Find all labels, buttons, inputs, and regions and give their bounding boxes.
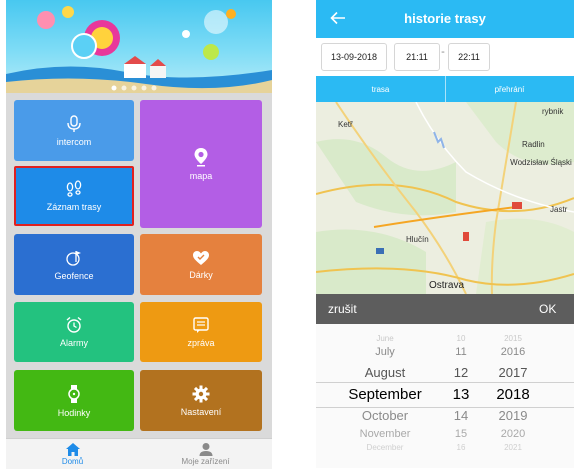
bottom-tab-bar: Domů Moje zařízení [6, 438, 272, 469]
picker-month-selected[interactable]: September [340, 386, 430, 403]
alarms-label: Alarmy [59, 338, 88, 348]
route-record-tile[interactable]: Záznam trasy [14, 168, 134, 224]
map-tile[interactable]: mapa [140, 100, 262, 228]
map-label: mapa [189, 171, 213, 181]
picker-year[interactable]: 2017 [488, 365, 538, 380]
end-time-field[interactable]: 22:11 [448, 43, 490, 71]
message-tile[interactable]: zpráva [140, 302, 262, 362]
gear-icon [192, 385, 210, 402]
map-label-ostrava: Ostrava [429, 280, 465, 291]
watch-icon [68, 384, 80, 403]
banner-illustration [6, 6, 272, 93]
map-pin-icon [194, 148, 208, 167]
picker-day[interactable]: 15 [441, 428, 481, 440]
picker-year[interactable]: 2015 [488, 334, 538, 343]
back-arrow-icon[interactable] [330, 11, 346, 25]
date-time-filter: 13-09-2018 21:11 - 22:11 [316, 38, 574, 76]
tab-home[interactable]: Domů [6, 439, 139, 469]
geofence-icon [66, 250, 81, 266]
picker-toolbar: zrušit OK [316, 294, 574, 324]
message-icon [193, 317, 209, 333]
tab-my-device-label: Moje zařízení [181, 457, 230, 466]
map-label-ketr: Ketř [338, 120, 353, 129]
gifts-tile[interactable]: Dárky [140, 234, 262, 295]
tab-route[interactable]: trasa [316, 76, 445, 102]
gift-heart-icon [193, 250, 209, 265]
watch-tile[interactable]: Hodinky [14, 370, 134, 431]
map-background [316, 102, 574, 294]
microphone-icon [67, 114, 81, 132]
alarm-clock-icon [66, 316, 82, 333]
picker-month[interactable]: December [340, 443, 430, 452]
watch-label: Hodinky [57, 407, 91, 418]
cancel-button[interactable]: zrušit [328, 302, 357, 316]
tab-playback[interactable]: přehrání [445, 76, 574, 102]
home-icon [65, 443, 80, 456]
app-banner [6, 0, 272, 93]
route-record-label: Záznam trasy [46, 202, 102, 212]
footprints-icon [66, 180, 82, 197]
person-icon [199, 443, 212, 456]
picker-month[interactable]: June [340, 334, 430, 343]
alarms-tile[interactable]: Alarmy [14, 302, 134, 362]
picker-day[interactable]: 10 [441, 334, 481, 343]
picker-month[interactable]: October [340, 408, 430, 423]
map-label-rybnik: rybnik [542, 107, 564, 116]
route-map[interactable]: rybnik Ketř Radlin Wodzisław Śląski Jast… [316, 102, 574, 294]
map-label-hlucin: Hlučín [406, 235, 429, 244]
picker-day-selected[interactable]: 13 [441, 386, 481, 403]
tab-my-device[interactable]: Moje zařízení [139, 439, 272, 469]
settings-tile[interactable]: Nastavení [140, 370, 262, 431]
message-label: zpráva [187, 338, 215, 348]
geofence-label: Geofence [54, 270, 94, 281]
start-time-field[interactable]: 21:11 [394, 43, 440, 71]
view-tabs: trasa přehrání [316, 76, 574, 102]
geofence-tile[interactable]: Geofence [14, 234, 134, 295]
picker-day[interactable]: 12 [441, 365, 481, 380]
date-picker[interactable]: June July August September October Novem… [316, 324, 574, 468]
map-label-jastr: Jastr [550, 205, 568, 214]
gifts-label: Dárky [189, 269, 213, 280]
left-phone-screen: intercom mapa Záznam trasy Geofence Dárk… [0, 0, 278, 469]
picker-year[interactable]: 2019 [488, 408, 538, 423]
intercom-label: intercom [56, 136, 92, 147]
picker-year[interactable]: 2020 [488, 428, 538, 440]
route-history-header: historie trasy [316, 0, 574, 38]
picker-day[interactable]: 11 [441, 346, 481, 358]
picker-year[interactable]: 2021 [488, 443, 538, 452]
picker-month[interactable]: August [340, 365, 430, 380]
picker-day[interactable]: 16 [441, 443, 481, 452]
time-separator: - [441, 46, 445, 58]
map-label-wodzislaw: Wodzisław Śląski [510, 158, 572, 167]
page-title: historie trasy [404, 11, 486, 26]
picker-month[interactable]: July [340, 346, 430, 358]
picker-day[interactable]: 14 [441, 408, 481, 423]
settings-label: Nastavení [180, 406, 222, 417]
picker-month[interactable]: November [340, 428, 430, 440]
map-label-radlin: Radlin [522, 140, 545, 149]
intercom-tile[interactable]: intercom [14, 100, 134, 161]
tab-home-label: Domů [61, 457, 84, 466]
picker-selection-top-line [316, 382, 574, 383]
ok-button[interactable]: OK [539, 302, 556, 316]
picker-year[interactable]: 2016 [488, 346, 538, 358]
date-field[interactable]: 13-09-2018 [321, 43, 387, 71]
picker-year-selected[interactable]: 2018 [488, 386, 538, 403]
